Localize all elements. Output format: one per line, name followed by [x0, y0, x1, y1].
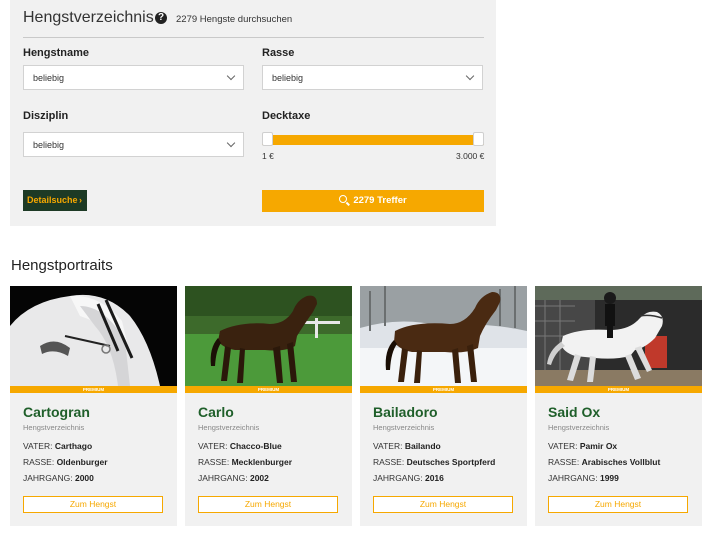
- rasse-label: Rasse: [262, 47, 295, 59]
- detailsuche-label: Detailsuche: [27, 195, 78, 205]
- rasse-label: RASSE:: [198, 457, 230, 467]
- results-label: 2279 Treffer: [353, 195, 407, 206]
- stallion-vater: VATER: Pamir Ox: [548, 441, 617, 451]
- stallion-rasse: RASSE: Mecklenburger: [198, 457, 292, 467]
- stallion-name[interactable]: Said Ox: [548, 404, 600, 420]
- stallion-category: Hengstverzeichnis: [198, 423, 260, 432]
- decktaxe-label: Decktaxe: [262, 110, 311, 122]
- hengstname-label: Hengstname: [23, 47, 90, 59]
- stallion-vater: VATER: Carthago: [23, 441, 92, 451]
- premium-badge: PREMIUM: [10, 386, 177, 393]
- stallion-card: PREMIUM Said Ox Hengstverzeichnis VATER:…: [535, 286, 702, 526]
- rasse-value: Oldenburger: [56, 457, 108, 467]
- search-title-row: Hengstverzeichnis ? 2279 Hengste durchsu…: [23, 9, 484, 38]
- decktaxe-min-label: 1 €: [262, 151, 274, 161]
- results-button[interactable]: 2279 Treffer: [262, 190, 484, 212]
- horse-photo[interactable]: [360, 286, 527, 386]
- slider-min-handle[interactable]: [262, 132, 273, 146]
- search-title: Hengstverzeichnis: [23, 9, 154, 26]
- stallion-rasse: RASSE: Deutsches Sportpferd: [373, 457, 495, 467]
- rasse-label: RASSE:: [23, 457, 55, 467]
- jahrgang-label: JAHRGANG:: [548, 473, 598, 483]
- jahrgang-value: 1999: [599, 473, 619, 483]
- rasse-value: beliebig: [272, 73, 304, 83]
- jahrgang-value: 2000: [74, 473, 94, 483]
- stallion-jahrgang: JAHRGANG: 2002: [198, 473, 269, 483]
- stallion-card: PREMIUM Bailadoro Hengstverzeichnis VATE…: [360, 286, 527, 526]
- zum-hengst-button[interactable]: Zum Hengst: [548, 496, 688, 513]
- stallion-category: Hengstverzeichnis: [548, 423, 610, 432]
- vater-value: Pamir Ox: [579, 441, 618, 451]
- jahrgang-label: JAHRGANG:: [198, 473, 248, 483]
- chevron-right-icon: ›: [79, 195, 82, 205]
- jahrgang-label: JAHRGANG:: [373, 473, 423, 483]
- disziplin-label: Disziplin: [23, 110, 69, 122]
- chevron-down-icon: [226, 138, 236, 148]
- zum-hengst-button[interactable]: Zum Hengst: [373, 496, 513, 513]
- stallion-name[interactable]: Cartogran: [23, 404, 90, 420]
- vater-label: VATER:: [23, 441, 53, 451]
- stallion-vater: VATER: Bailando: [373, 441, 441, 451]
- jahrgang-label: JAHRGANG:: [23, 473, 73, 483]
- stallion-name[interactable]: Carlo: [198, 404, 234, 420]
- premium-badge: PREMIUM: [185, 386, 352, 393]
- search-icon: [339, 195, 348, 203]
- stallion-jahrgang: JAHRGANG: 2000: [23, 473, 94, 483]
- vater-label: VATER:: [373, 441, 403, 451]
- vater-label: VATER:: [198, 441, 228, 451]
- rasse-value: Arabisches Vollblut: [581, 457, 661, 467]
- rasse-select[interactable]: beliebig: [262, 65, 483, 90]
- stallion-card: PREMIUM Carlo Hengstverzeichnis VATER: C…: [185, 286, 352, 526]
- zum-hengst-button[interactable]: Zum Hengst: [23, 496, 163, 513]
- search-panel: Hengstverzeichnis ? 2279 Hengste durchsu…: [10, 0, 496, 226]
- stallion-rasse: RASSE: Arabisches Vollblut: [548, 457, 660, 467]
- stallion-jahrgang: JAHRGANG: 2016: [373, 473, 444, 483]
- premium-badge: PREMIUM: [535, 386, 702, 393]
- rasse-value: Mecklenburger: [231, 457, 293, 467]
- decktaxe-slider[interactable]: [262, 132, 484, 146]
- jahrgang-value: 2016: [424, 473, 444, 483]
- vater-value: Carthago: [54, 441, 93, 451]
- search-subtitle: 2279 Hengste durchsuchen: [176, 14, 293, 25]
- jahrgang-value: 2002: [249, 473, 269, 483]
- stallion-rasse: RASSE: Oldenburger: [23, 457, 108, 467]
- decktaxe-max-label: 3.000 €: [456, 151, 485, 161]
- hengstname-select[interactable]: beliebig: [23, 65, 244, 90]
- disziplin-value: beliebig: [33, 140, 65, 150]
- detailsuche-button[interactable]: Detailsuche ›: [23, 190, 87, 211]
- vater-value: Chacco-Blue: [229, 441, 282, 451]
- slider-max-handle[interactable]: [473, 132, 484, 146]
- horse-photo[interactable]: [535, 286, 702, 386]
- disziplin-select[interactable]: beliebig: [23, 132, 244, 157]
- stallion-vater: VATER: Chacco-Blue: [198, 441, 282, 451]
- premium-badge: PREMIUM: [360, 386, 527, 393]
- section-heading: Hengstportraits: [11, 257, 113, 274]
- zum-hengst-button[interactable]: Zum Hengst: [198, 496, 338, 513]
- horse-photo[interactable]: [185, 286, 352, 386]
- stallion-name[interactable]: Bailadoro: [373, 404, 438, 420]
- rasse-label: RASSE:: [548, 457, 580, 467]
- rasse-label: RASSE:: [373, 457, 405, 467]
- stallion-card: PREMIUM Cartogran Hengstverzeichnis VATE…: [10, 286, 177, 526]
- vater-value: Bailando: [404, 441, 441, 451]
- stallion-jahrgang: JAHRGANG: 1999: [548, 473, 619, 483]
- chevron-down-icon: [465, 71, 475, 81]
- hengstname-value: beliebig: [33, 73, 65, 83]
- chevron-down-icon: [226, 71, 236, 81]
- rasse-value: Deutsches Sportpferd: [406, 457, 496, 467]
- horse-photo[interactable]: [10, 286, 177, 386]
- stallion-category: Hengstverzeichnis: [23, 423, 85, 432]
- stallion-category: Hengstverzeichnis: [373, 423, 435, 432]
- vater-label: VATER:: [548, 441, 578, 451]
- help-icon[interactable]: ?: [155, 12, 167, 24]
